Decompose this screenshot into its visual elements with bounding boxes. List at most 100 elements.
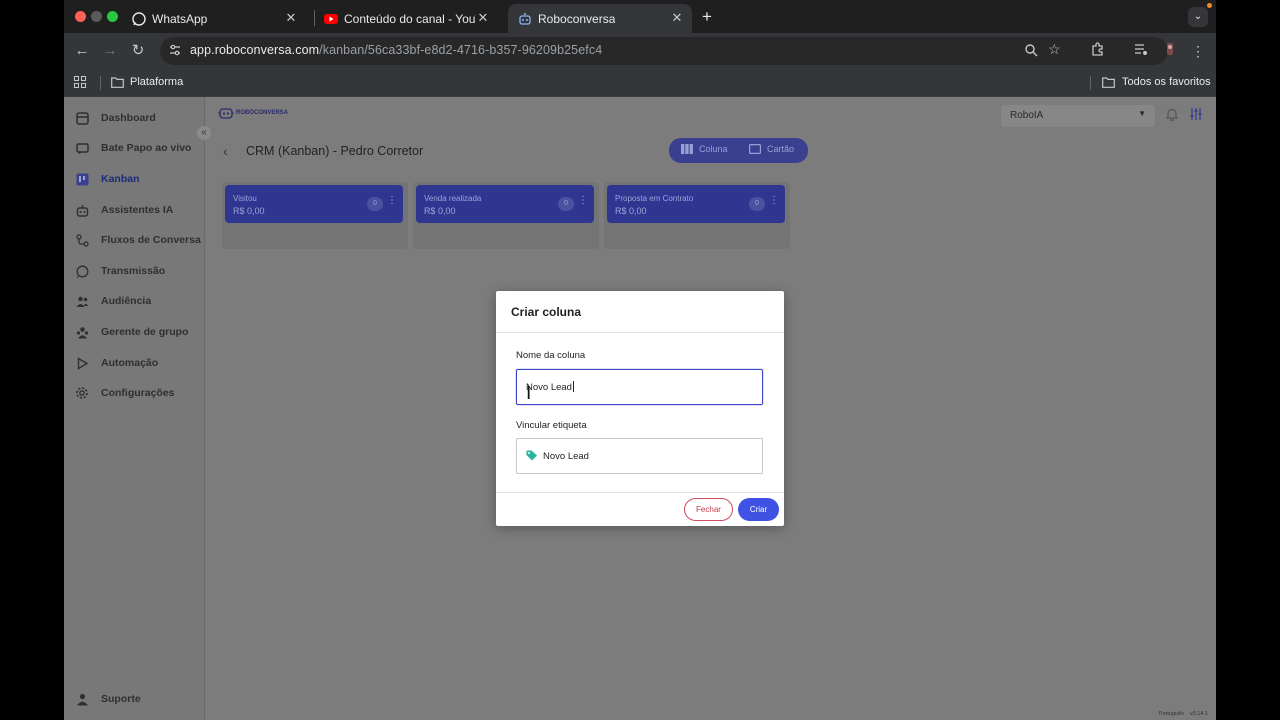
column-menu-icon[interactable]: ⋮ bbox=[769, 196, 779, 206]
sidebar-item-label: Audiência bbox=[101, 295, 152, 307]
new-tab-button[interactable]: + bbox=[702, 7, 712, 27]
broadcast-icon bbox=[75, 264, 89, 278]
sidebar-item-label: Transmissão bbox=[101, 265, 166, 277]
company-select-value: RoboIA bbox=[1010, 110, 1044, 121]
sidebar-item-automacao[interactable]: Automação bbox=[64, 349, 204, 377]
column-header[interactable]: Proposta em Contrato R$ 0,00 0 ⋮ bbox=[607, 185, 785, 223]
create-button[interactable]: Criar bbox=[738, 498, 779, 521]
sidebar-item-fluxos[interactable]: Fluxos de Conversa bbox=[64, 226, 204, 254]
back-icon[interactable]: ← bbox=[72, 41, 92, 61]
whatsapp-icon bbox=[132, 11, 146, 26]
tab-youtube[interactable]: Conteúdo do canal - YouTube ✕ bbox=[318, 4, 498, 33]
sidebar-item-audiencia[interactable]: Audiência bbox=[64, 287, 204, 315]
folder-icon bbox=[1102, 76, 1115, 88]
sidebar-item-transmissao[interactable]: Transmissão bbox=[64, 257, 204, 285]
column-count-badge: 0 bbox=[558, 197, 574, 211]
sidebar-item-dashboard[interactable]: Dashboard bbox=[64, 104, 204, 132]
tab-roboconversa[interactable]: Roboconversa ✕ bbox=[508, 4, 692, 33]
close-window-button[interactable] bbox=[75, 11, 86, 22]
column-header[interactable]: Venda realizada R$ 0,00 0 ⋮ bbox=[416, 185, 594, 223]
sidebar-item-assistentes-ia[interactable]: Assistentes IA bbox=[64, 196, 204, 224]
profile-avatar[interactable] bbox=[1160, 41, 1180, 61]
kanban-column: Visitou R$ 0,00 0 ⋮ bbox=[222, 182, 408, 249]
close-button[interactable]: Fechar bbox=[684, 498, 733, 521]
bookmarks-divider bbox=[100, 76, 101, 90]
zoom-icon[interactable] bbox=[1024, 43, 1038, 62]
column-header[interactable]: Visitou R$ 0,00 0 ⋮ bbox=[225, 185, 403, 223]
bookmark-star-icon[interactable]: ☆ bbox=[1048, 41, 1061, 58]
address-bar[interactable]: app.roboconversa.com/kanban/56ca33bf-e8d… bbox=[160, 37, 1168, 65]
sidebar-collapse-button[interactable]: « bbox=[197, 126, 211, 140]
bookmark-folder-plataforma[interactable]: Plataforma bbox=[111, 76, 183, 88]
column-menu-icon[interactable]: ⋮ bbox=[578, 196, 588, 206]
sidebar-item-label: Fluxos de Conversa bbox=[101, 234, 201, 246]
tab-title: Roboconversa bbox=[538, 11, 616, 26]
group-icon bbox=[75, 325, 89, 339]
audience-icon bbox=[75, 294, 89, 308]
tab-search-button[interactable]: ⌄ bbox=[1188, 7, 1208, 27]
roboconversa-icon bbox=[518, 12, 532, 26]
media-control-icon[interactable] bbox=[1131, 41, 1151, 61]
close-tab-icon[interactable]: ✕ bbox=[284, 11, 298, 25]
extensions-icon[interactable] bbox=[1088, 41, 1108, 61]
sidebar-item-suporte[interactable]: Suporte bbox=[64, 685, 204, 713]
company-select[interactable]: RoboIA ▼ bbox=[1001, 105, 1155, 127]
site-settings-icon[interactable] bbox=[168, 43, 184, 59]
dialog-title: Criar coluna bbox=[511, 305, 582, 319]
sidebar-item-configuracoes[interactable]: Configurações bbox=[64, 379, 204, 407]
link-tag-select[interactable]: Novo Lead bbox=[516, 438, 763, 474]
sidebar-item-label: Bate Papo ao vivo bbox=[101, 142, 192, 154]
sidebar-item-gerente-grupo[interactable]: Gerente de grupo bbox=[64, 318, 204, 346]
minimize-window-button[interactable] bbox=[91, 11, 102, 22]
column-name-value: Novo Lead bbox=[526, 382, 572, 393]
tab-title: WhatsApp bbox=[152, 11, 208, 26]
sidebar-item-label: Dashboard bbox=[101, 112, 156, 124]
sidebar-item-label: Configurações bbox=[101, 387, 175, 399]
maximize-window-button[interactable] bbox=[107, 11, 118, 22]
youtube-icon bbox=[324, 12, 338, 26]
folder-icon bbox=[111, 76, 124, 88]
robot-icon bbox=[75, 203, 89, 217]
forward-icon[interactable]: → bbox=[100, 41, 120, 61]
sidebar-item-kanban[interactable]: Kanban bbox=[64, 165, 204, 193]
view-card-label: Cartão bbox=[767, 144, 795, 154]
close-tab-icon[interactable]: ✕ bbox=[476, 11, 490, 25]
column-name: Visitou bbox=[233, 194, 257, 203]
dialog-divider bbox=[496, 492, 784, 493]
view-card-button[interactable]: Cartão bbox=[749, 144, 794, 154]
menu-icon[interactable]: ⋮ bbox=[1188, 41, 1208, 61]
view-toggle: Coluna Cartão bbox=[669, 138, 808, 163]
tab-strip: WhatsApp ✕ Conteúdo do canal - YouTube ✕… bbox=[64, 0, 1216, 33]
view-column-button[interactable]: Coluna bbox=[681, 144, 728, 154]
text-caret bbox=[572, 381, 574, 392]
back-arrow-button[interactable]: ‹ bbox=[223, 143, 228, 159]
version-label: v3.14.1 bbox=[1189, 711, 1208, 717]
create-column-dialog: Criar coluna Nome da coluna Novo Lead I … bbox=[496, 291, 784, 526]
kanban-icon bbox=[75, 172, 89, 186]
sidebar-item-label: Assistentes IA bbox=[101, 204, 174, 216]
language-selector[interactable]: Português bbox=[1159, 711, 1184, 717]
apps-grid-icon[interactable] bbox=[74, 76, 86, 91]
dialog-divider bbox=[496, 332, 784, 333]
logo-text: ROBOCONVERSA bbox=[236, 110, 289, 116]
tab-whatsapp[interactable]: WhatsApp ✕ bbox=[126, 4, 306, 33]
column-name-label: Nome da coluna bbox=[516, 350, 586, 361]
close-tab-icon[interactable]: ✕ bbox=[670, 11, 684, 25]
tag-icon bbox=[526, 450, 537, 461]
play-icon bbox=[75, 356, 89, 370]
bookmark-label: Todos os favoritos bbox=[1122, 76, 1211, 88]
app-footer: Português v3.14.1 bbox=[1159, 711, 1208, 717]
column-count-badge: 0 bbox=[749, 197, 765, 211]
url-text: app.roboconversa.com/kanban/56ca33bf-e8d… bbox=[190, 43, 602, 57]
dashboard-icon bbox=[75, 111, 89, 125]
bell-icon[interactable] bbox=[1165, 107, 1181, 123]
sidebar-item-bate-papo[interactable]: Bate Papo ao vivo bbox=[64, 134, 204, 162]
board-title: CRM (Kanban) - Pedro Corretor bbox=[246, 144, 424, 158]
column-menu-icon[interactable]: ⋮ bbox=[387, 196, 397, 206]
column-name-input[interactable]: Novo Lead bbox=[516, 369, 763, 405]
settings-sliders-icon[interactable] bbox=[1189, 107, 1205, 123]
column-total: R$ 0,00 bbox=[233, 206, 265, 216]
link-tag-value: Novo Lead bbox=[543, 451, 589, 462]
all-bookmarks-button[interactable]: Todos os favoritos bbox=[1102, 76, 1211, 88]
reload-icon[interactable]: ↻ bbox=[128, 41, 148, 61]
